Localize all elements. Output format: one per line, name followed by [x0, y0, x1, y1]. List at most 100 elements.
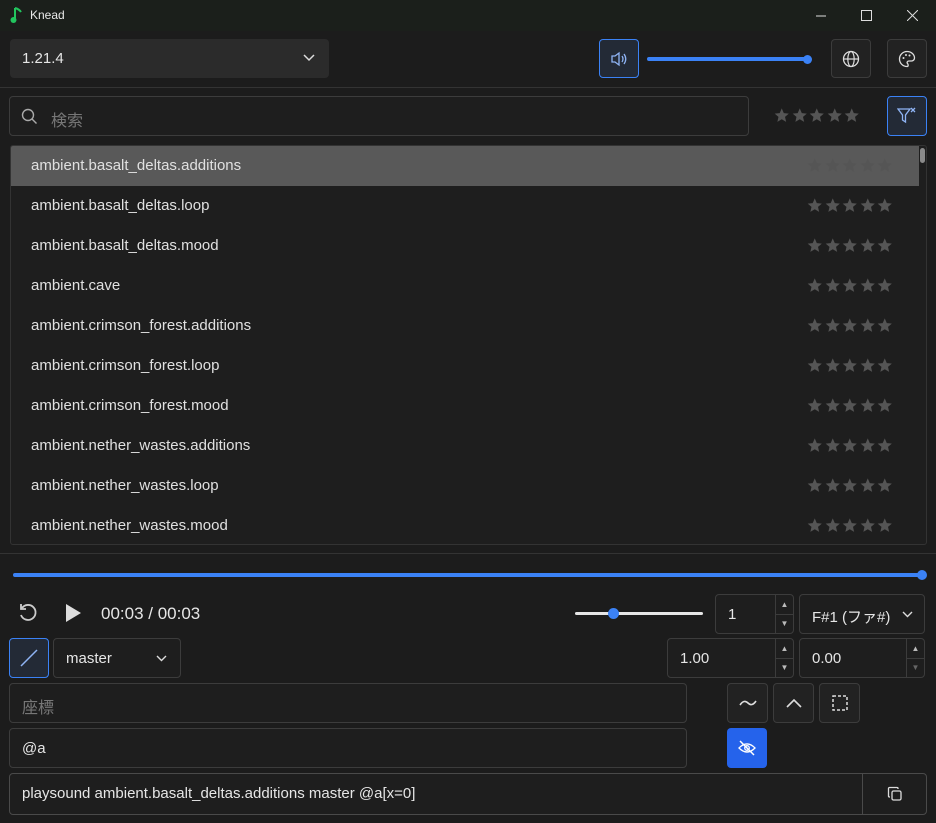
- speed-slider-knob[interactable]: [607, 608, 619, 619]
- star-icon[interactable]: [859, 277, 877, 294]
- rating-stars[interactable]: [806, 317, 894, 334]
- star-icon[interactable]: [876, 237, 894, 254]
- star-icon[interactable]: [824, 437, 842, 454]
- sound-list[interactable]: ambient.basalt_deltas.additions ambient.b…: [10, 145, 927, 545]
- star-icon[interactable]: [841, 517, 859, 534]
- star-icon[interactable]: [876, 477, 894, 494]
- list-item[interactable]: ambient.cave: [11, 266, 919, 306]
- star-icon[interactable]: [841, 357, 859, 374]
- language-button[interactable]: [831, 39, 871, 78]
- replay-button[interactable]: [17, 602, 41, 626]
- play-button[interactable]: [62, 602, 86, 626]
- star-icon[interactable]: [876, 157, 894, 174]
- star-icon[interactable]: [859, 437, 877, 454]
- rating-stars[interactable]: [806, 197, 894, 214]
- increment-button[interactable]: ▲: [907, 639, 924, 659]
- star-icon[interactable]: [806, 397, 824, 414]
- close-button[interactable]: [889, 0, 935, 31]
- star-icon[interactable]: [806, 357, 824, 374]
- star-icon[interactable]: [859, 317, 877, 334]
- star-icon[interactable]: [876, 197, 894, 214]
- rating-stars[interactable]: [806, 357, 894, 374]
- star-icon[interactable]: [841, 437, 859, 454]
- star-icon[interactable]: [841, 277, 859, 294]
- star-icon[interactable]: [841, 237, 859, 254]
- min-volume-stepper[interactable]: 0.00 ▲ ▼: [799, 638, 925, 678]
- star-icon[interactable]: [841, 397, 859, 414]
- hide-particles-toggle[interactable]: [727, 728, 767, 768]
- list-item[interactable]: ambient.crimson_forest.loop: [11, 346, 919, 386]
- star-icon[interactable]: [859, 517, 877, 534]
- star-icon[interactable]: [859, 157, 877, 174]
- star-icon[interactable]: [841, 197, 859, 214]
- star-icon[interactable]: [843, 107, 861, 124]
- star-icon[interactable]: [876, 277, 894, 294]
- rating-filter[interactable]: [773, 107, 861, 124]
- coordinates-input[interactable]: 座標: [9, 683, 687, 723]
- star-icon[interactable]: [859, 397, 877, 414]
- linear-mode-button[interactable]: [9, 638, 49, 678]
- increment-button[interactable]: ▲: [776, 595, 793, 615]
- count-stepper[interactable]: 1 ▲ ▼: [715, 594, 794, 634]
- list-item[interactable]: ambient.nether_wastes.mood: [11, 506, 919, 544]
- local-coords-button[interactable]: [773, 683, 814, 723]
- copy-button[interactable]: [863, 774, 927, 814]
- speed-slider-track[interactable]: [575, 612, 703, 615]
- increment-button[interactable]: ▲: [776, 639, 793, 659]
- list-item[interactable]: ambient.crimson_forest.mood: [11, 386, 919, 426]
- star-icon[interactable]: [806, 237, 824, 254]
- select-area-button[interactable]: [819, 683, 860, 723]
- rating-stars[interactable]: [806, 277, 894, 294]
- rating-stars[interactable]: [806, 157, 894, 174]
- source-select[interactable]: master: [53, 638, 181, 678]
- star-icon[interactable]: [859, 237, 877, 254]
- star-icon[interactable]: [824, 277, 842, 294]
- volume-stepper[interactable]: 1.00 ▲ ▼: [667, 638, 794, 678]
- rating-stars[interactable]: [806, 397, 894, 414]
- search-input[interactable]: 検索: [9, 96, 749, 136]
- note-select[interactable]: F#1 (ファ#): [799, 594, 925, 634]
- decrement-button[interactable]: ▼: [907, 659, 924, 678]
- star-icon[interactable]: [824, 357, 842, 374]
- target-input[interactable]: @a: [9, 728, 687, 768]
- star-icon[interactable]: [841, 157, 859, 174]
- relative-coords-button[interactable]: [727, 683, 768, 723]
- volume-slider-track[interactable]: [647, 57, 807, 61]
- star-icon[interactable]: [859, 197, 877, 214]
- star-icon[interactable]: [824, 517, 842, 534]
- rating-stars[interactable]: [806, 437, 894, 454]
- star-icon[interactable]: [824, 197, 842, 214]
- star-icon[interactable]: [859, 477, 877, 494]
- star-icon[interactable]: [841, 477, 859, 494]
- star-icon[interactable]: [806, 197, 824, 214]
- playback-progress-track[interactable]: [13, 573, 923, 577]
- theme-button[interactable]: [887, 39, 927, 78]
- star-icon[interactable]: [806, 317, 824, 334]
- rating-stars[interactable]: [806, 477, 894, 494]
- star-icon[interactable]: [876, 357, 894, 374]
- star-icon[interactable]: [824, 317, 842, 334]
- maximize-button[interactable]: [843, 0, 889, 31]
- star-icon[interactable]: [876, 437, 894, 454]
- version-select[interactable]: 1.21.4: [10, 39, 329, 78]
- star-icon[interactable]: [841, 317, 859, 334]
- star-icon[interactable]: [876, 517, 894, 534]
- star-icon[interactable]: [859, 357, 877, 374]
- rating-stars[interactable]: [806, 517, 894, 534]
- star-icon[interactable]: [773, 107, 791, 124]
- star-icon[interactable]: [824, 397, 842, 414]
- rating-stars[interactable]: [806, 237, 894, 254]
- star-icon[interactable]: [806, 437, 824, 454]
- mute-toggle-button[interactable]: [599, 39, 639, 78]
- star-icon[interactable]: [806, 477, 824, 494]
- scrollbar-thumb[interactable]: [920, 148, 925, 163]
- list-item[interactable]: ambient.basalt_deltas.mood: [11, 226, 919, 266]
- star-icon[interactable]: [808, 107, 826, 124]
- list-item[interactable]: ambient.nether_wastes.additions: [11, 426, 919, 466]
- list-item[interactable]: ambient.basalt_deltas.loop: [11, 186, 919, 226]
- decrement-button[interactable]: ▼: [776, 659, 793, 678]
- clear-filter-button[interactable]: [887, 96, 927, 136]
- minimize-button[interactable]: [798, 0, 844, 31]
- list-item[interactable]: ambient.basalt_deltas.additions: [11, 146, 919, 186]
- list-item[interactable]: ambient.crimson_forest.additions: [11, 306, 919, 346]
